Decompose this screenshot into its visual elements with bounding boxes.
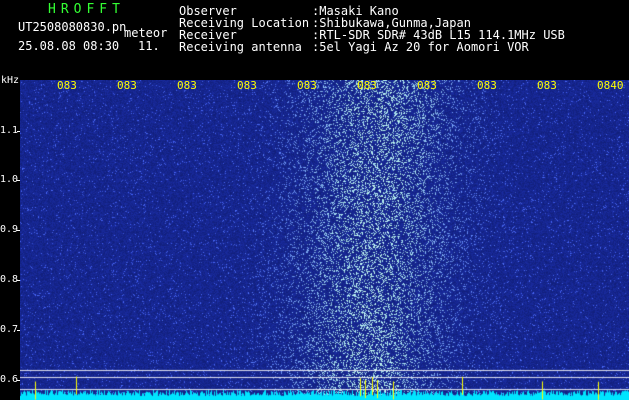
hrofft-window: HROFFT UT2508080830.pn meteor 25.08.08 0… [0,0,629,400]
x-tick-label: 083 [237,80,257,92]
y-tick-mark [17,330,20,331]
x-tick-label: 083 [297,80,317,92]
y-tick-mark [17,180,20,181]
antenna-value: :5el Yagi Az 20 for Aomori VOR [312,40,529,54]
count: 11. [138,39,160,53]
x-tick-label: 083 [417,80,437,92]
x-tick-label: 083 [177,80,197,92]
x-tick-label: 083 [537,80,557,92]
y-tick-mark [17,280,20,281]
x-tick-label: 083 [57,80,77,92]
datetime: 25.08.08 08:30 [18,39,120,53]
spectrogram [20,80,629,400]
x-tick-label: 0840 [597,80,624,92]
y-tick-mark [17,380,20,381]
y-tick-mark [17,131,20,132]
antenna-label: Receiving antenna [179,40,302,54]
x-tick-label: 083 [357,80,377,92]
y-tick-mark [17,230,20,231]
filename: UT2508080830.pn [18,20,127,34]
y-axis-unit: kHz [1,75,20,86]
x-tick-label: 083 [477,80,497,92]
brand-title: HROFFT [48,2,125,17]
x-tick-label: 083 [117,80,137,92]
